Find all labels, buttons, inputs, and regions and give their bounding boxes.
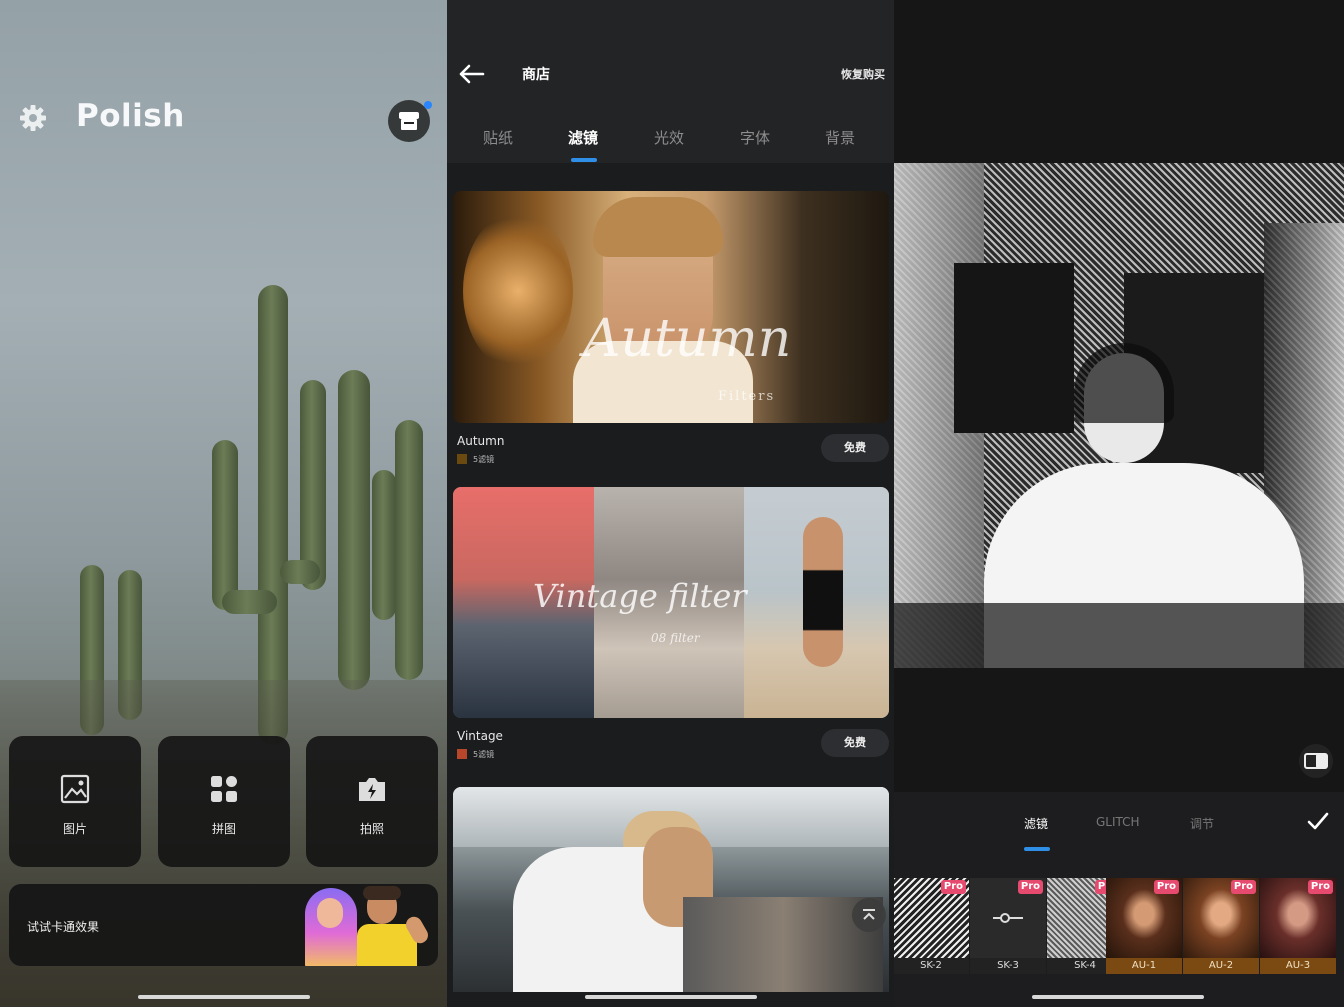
vintage-pack-image[interactable]: Vintage filter 08 filter bbox=[453, 487, 889, 718]
photo-button-label: 图片 bbox=[62, 822, 87, 836]
tab-fonts[interactable]: 字体 bbox=[740, 127, 770, 148]
pro-badge: Pro bbox=[1307, 880, 1333, 894]
collage-grid-icon bbox=[211, 776, 237, 802]
active-tab-indicator bbox=[1024, 847, 1050, 851]
filter-label: SK-3 bbox=[970, 958, 1046, 974]
autumn-pack-count: 5滤镜 bbox=[457, 454, 494, 465]
camera-button[interactable]: 拍照 bbox=[306, 736, 438, 867]
filter-label: AU-2 bbox=[1183, 958, 1259, 974]
tab-adjust[interactable]: 调节 bbox=[1190, 815, 1214, 832]
store-screen: 商店 恢复购买 贴纸 滤镜 光效 字体 背景 Autumn Filters Au… bbox=[447, 0, 894, 1007]
home-indicator bbox=[138, 995, 310, 999]
collage-button-label: 拼图 bbox=[211, 822, 236, 836]
tab-filters[interactable]: 滤镜 bbox=[568, 127, 598, 148]
back-arrow-icon[interactable] bbox=[457, 62, 485, 86]
pro-badge: Pro bbox=[1230, 880, 1256, 894]
compare-icon bbox=[1304, 753, 1328, 769]
cartoon-people-illustration bbox=[297, 884, 437, 966]
third-pack-image[interactable] bbox=[453, 787, 889, 992]
photo-button[interactable]: 图片 bbox=[9, 736, 141, 867]
editor-screen: 滤镜 GLITCH 调节 Pro SK-2 Pro SK-3 Pro SK-4 … bbox=[894, 0, 1344, 1007]
page-title: 商店 bbox=[522, 67, 550, 83]
autumn-overlay-subtext: Filters bbox=[718, 389, 776, 404]
filter-thumb-au-1[interactable]: Pro AU-1 bbox=[1106, 878, 1182, 974]
vintage-overlay-subtext: 08 filter bbox=[651, 631, 700, 645]
compare-button[interactable] bbox=[1299, 744, 1333, 778]
restore-purchase-button[interactable]: 恢复购买 bbox=[841, 66, 885, 82]
gear-icon[interactable] bbox=[18, 103, 48, 133]
cartoon-banner-text: 试试卡通效果 bbox=[27, 920, 100, 934]
active-tab-indicator bbox=[571, 158, 597, 162]
tab-light-effects[interactable]: 光效 bbox=[654, 127, 684, 148]
pro-badge: Pro bbox=[1153, 880, 1179, 894]
filter-label: SK-2 bbox=[894, 958, 969, 974]
autumn-overlay-text: Autumn bbox=[583, 309, 792, 369]
filter-thumb-au-3[interactable]: Pro AU-3 bbox=[1260, 878, 1336, 974]
slider-adjust-icon bbox=[993, 913, 1023, 923]
home-indicator bbox=[1032, 995, 1204, 999]
vintage-free-button[interactable]: 免费 bbox=[821, 729, 889, 757]
chevron-up-icon bbox=[863, 909, 875, 920]
autumn-pack-image[interactable]: Autumn Filters bbox=[453, 191, 889, 423]
vintage-pack-name: Vintage bbox=[457, 729, 503, 743]
filter-thumb-sk-3[interactable]: Pro SK-3 bbox=[970, 878, 1046, 974]
checkmark-icon[interactable] bbox=[1307, 812, 1329, 830]
camera-icon bbox=[359, 778, 385, 801]
scroll-to-top-button[interactable] bbox=[852, 898, 886, 932]
pro-badge: Pro bbox=[1017, 880, 1043, 894]
autumn-pack-name: Autumn bbox=[457, 434, 505, 448]
filter-thumb-au-2[interactable]: Pro AU-2 bbox=[1183, 878, 1259, 974]
notification-dot bbox=[424, 101, 432, 109]
sketch-preview-image bbox=[894, 163, 1344, 668]
image-icon bbox=[60, 774, 90, 804]
tab-backgrounds[interactable]: 背景 bbox=[825, 127, 855, 148]
camera-button-label: 拍照 bbox=[359, 822, 384, 836]
tab-stickers[interactable]: 贴纸 bbox=[483, 127, 513, 148]
store-icon bbox=[399, 112, 419, 130]
filter-label: AU-3 bbox=[1260, 958, 1336, 974]
collage-button[interactable]: 拼图 bbox=[158, 736, 290, 867]
vintage-pack-count: 5滤镜 bbox=[457, 749, 494, 760]
home-screen: Polish 图片 拼图 拍照 试试卡通效果 bbox=[0, 0, 447, 1007]
cartoon-effect-banner[interactable]: 试试卡通效果 bbox=[9, 884, 438, 966]
app-logo: Polish bbox=[76, 98, 185, 134]
pro-badge: Pro bbox=[940, 880, 966, 894]
autumn-free-button[interactable]: 免费 bbox=[821, 434, 889, 462]
filter-thumb-sk-2[interactable]: Pro SK-2 bbox=[894, 878, 969, 974]
home-indicator bbox=[585, 995, 757, 999]
vintage-overlay-text: Vintage filter bbox=[533, 577, 747, 615]
tab-filter[interactable]: 滤镜 bbox=[1024, 815, 1048, 832]
tab-glitch[interactable]: GLITCH bbox=[1096, 815, 1140, 829]
filter-label: AU-1 bbox=[1106, 958, 1182, 974]
